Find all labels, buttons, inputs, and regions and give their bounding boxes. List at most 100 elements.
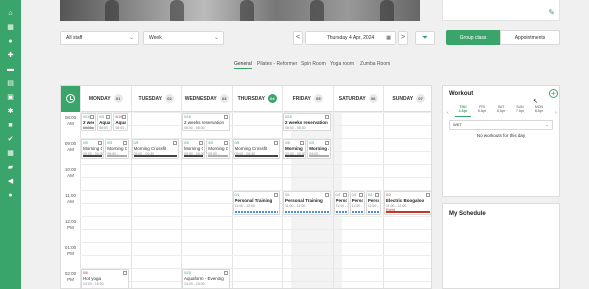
workout-day-sun[interactable]: SUN 7 Apr <box>511 105 529 113</box>
user-icon[interactable]: ● <box>6 38 15 45</box>
select-checkbox[interactable] <box>274 141 278 145</box>
event-time: 14:00 - 15:00 <box>184 282 205 286</box>
tab-spin-room[interactable]: Spin Room <box>301 60 326 68</box>
select-checkbox[interactable] <box>98 141 103 145</box>
select-checkbox[interactable] <box>300 141 305 145</box>
select-checkbox[interactable] <box>223 115 228 119</box>
workout-day-fri[interactable]: FRI 5 Apr <box>473 105 491 113</box>
class-event[interactable]: 0/1 Personal Training 11:00 - 12:00 <box>283 191 331 215</box>
class-event[interactable]: 5/15Aqua...08:00 - <box>113 113 129 131</box>
tab-zumba-room[interactable]: Zumba Room <box>360 60 390 68</box>
class-event[interactable]: 0/5Morning C...09:00 - <box>105 139 129 160</box>
class-event[interactable]: 5/6 Hot yoga 14:00 - 15:00 <box>81 269 129 288</box>
user-add-icon[interactable]: ✚ <box>6 52 15 59</box>
event-color-bar <box>367 211 379 213</box>
add-workout-button[interactable]: + <box>549 89 558 98</box>
class-event[interactable]: 0/15 2 weeks reservation 08:00 - 08:30 <box>283 113 331 131</box>
video-icon[interactable]: ■ <box>6 122 15 129</box>
selected-day-indicator <box>455 116 471 117</box>
day-header-saturday[interactable]: SATURDAY 06 <box>332 86 384 112</box>
class-event[interactable]: 0/15 Aquaform - Evening 14:00 - 15:00 <box>182 269 230 288</box>
class-event[interactable]: 0/5Morning ...09:00 - <box>307 139 331 160</box>
class-event[interactable]: 0/1Perso...11:00 - <box>365 191 381 215</box>
select-checkbox[interactable] <box>425 193 430 197</box>
capacity-count: 0/5 <box>83 141 88 145</box>
time-label: 10:00 AM <box>61 167 80 179</box>
event-color-bar <box>208 155 228 158</box>
no-workouts-text: No workouts for this day <box>476 133 526 138</box>
select-checkbox[interactable] <box>324 193 329 197</box>
event-title: Perso... <box>351 198 363 203</box>
select-checkbox[interactable] <box>173 141 177 145</box>
day-header-friday[interactable]: FRIDAY 05 <box>282 86 333 112</box>
next-week-button[interactable]: > <box>398 31 408 45</box>
group-class-toggle[interactable]: Group class <box>446 30 500 45</box>
select-checkbox[interactable] <box>106 115 111 119</box>
select-checkbox[interactable] <box>122 115 127 119</box>
edit-pen-icon[interactable]: ✎ <box>548 9 555 17</box>
class-event[interactable]: 0/5 Morning Crossfit 09:00 - 09:30 <box>232 139 280 160</box>
class-event[interactable]: 0/15 2 weeks reservation 08:00 - 08:30 <box>182 113 230 131</box>
select-checkbox[interactable] <box>374 193 379 197</box>
class-event[interactable]: 0/5Morning C...09:00 - <box>206 139 230 160</box>
workout-day-mon[interactable]: MON 8 Apr <box>530 105 548 113</box>
class-event[interactable]: 0/1Perso...11:00 - 12:00 <box>333 191 349 215</box>
event-title: Morning C... <box>107 146 126 151</box>
select-checkbox[interactable] <box>324 141 329 145</box>
workout-panel <box>442 85 560 197</box>
class-event[interactable]: 0/1Perso...11:00 - <box>349 191 365 215</box>
staff-select[interactable]: All staff ⌄ <box>60 31 139 45</box>
class-event[interactable]: 0/1 Personal Training 11:00 - 12:00 <box>232 191 280 215</box>
select-checkbox[interactable] <box>122 271 127 275</box>
appointments-toggle[interactable]: Appointments <box>500 30 560 45</box>
view-select[interactable]: Week ⌄ <box>143 31 224 45</box>
day-header-thursday[interactable]: THURSDAY 04 <box>231 86 283 112</box>
select-checkbox[interactable] <box>199 141 204 145</box>
chevron-right-icon[interactable]: › <box>555 110 557 116</box>
megaphone-icon[interactable]: ◀ <box>6 178 15 185</box>
select-checkbox[interactable] <box>342 193 347 197</box>
store-icon[interactable]: ▰ <box>6 164 15 171</box>
tab-pilates-reformer[interactable]: Pilates - Reformer <box>257 60 297 68</box>
filter-button[interactable]: ⏷ <box>415 31 435 45</box>
team-icon[interactable]: ✱ <box>6 108 15 115</box>
chevron-left-icon[interactable]: ‹ <box>447 110 449 116</box>
class-event[interactable]: 0/5 Morning Crossfit 09:00 - 09:30 <box>131 139 179 160</box>
workout-dropdown[interactable]: WKT ⌄ <box>449 120 553 130</box>
select-checkbox[interactable] <box>122 141 127 145</box>
class-event[interactable]: 0/5Morning C...09:00 - 09:30 <box>182 139 206 160</box>
event-time: 11:00 - 12:00 <box>285 204 306 208</box>
day-header-wednesday[interactable]: WEDNESDAY 03 <box>181 86 232 112</box>
date-picker[interactable]: Thursday 4 Apr, 2024 ▦ <box>305 31 396 45</box>
tab-general[interactable]: General <box>234 60 252 69</box>
checkin-icon[interactable]: ✔ <box>6 136 15 143</box>
dashboard-icon[interactable]: ▦ <box>6 24 15 31</box>
capacity-count: 0/2 <box>386 193 391 197</box>
document-icon[interactable]: ▤ <box>6 80 15 87</box>
workout-day-thu[interactable]: THU 4 Apr <box>454 105 472 113</box>
prev-week-button[interactable]: < <box>293 31 303 45</box>
select-checkbox[interactable] <box>90 115 95 119</box>
workout-day-sat[interactable]: SAT 6 Apr <box>492 105 510 113</box>
day-header-tuesday[interactable]: TUESDAY 02 <box>130 86 182 112</box>
tab-yoga-room[interactable]: Yoga room <box>330 60 354 68</box>
select-checkbox[interactable] <box>274 193 278 197</box>
select-checkbox[interactable] <box>358 193 363 197</box>
select-checkbox[interactable] <box>223 271 228 275</box>
class-event[interactable]: 0/162 weeks...08:00 - 08:30 <box>81 113 97 131</box>
select-checkbox[interactable] <box>223 141 228 145</box>
calendar-header: MONDAY 01 TUESDAY 02 WEDNESDAY 03 THURSDAY 04 FR… <box>61 86 431 112</box>
calendar-grid-icon[interactable]: ▦ <box>6 150 15 157</box>
home-icon[interactable]: ⌂ <box>6 10 15 17</box>
day-header-monday[interactable]: MONDAY 01 <box>80 86 131 112</box>
class-event[interactable]: 0/5Morning C...09:00 - 09:30 <box>81 139 105 160</box>
class-event[interactable]: 0/5Morning C...09:00 - 09:30 <box>283 139 307 160</box>
class-event[interactable]: 0/5Aqua...08:00 - <box>97 113 113 131</box>
select-checkbox[interactable] <box>324 115 329 119</box>
card-icon[interactable]: ▬ <box>6 66 15 73</box>
calendar-icon[interactable]: ▣ <box>6 94 15 101</box>
event-title: Perso... <box>367 198 379 203</box>
day-header-sunday[interactable]: SUNDAY 07 <box>383 86 431 112</box>
class-event[interactable]: 0/2 Electric Boogaloo 11:00 - 12:00 Event <box>384 191 431 215</box>
chat-icon[interactable]: ● <box>6 192 15 199</box>
